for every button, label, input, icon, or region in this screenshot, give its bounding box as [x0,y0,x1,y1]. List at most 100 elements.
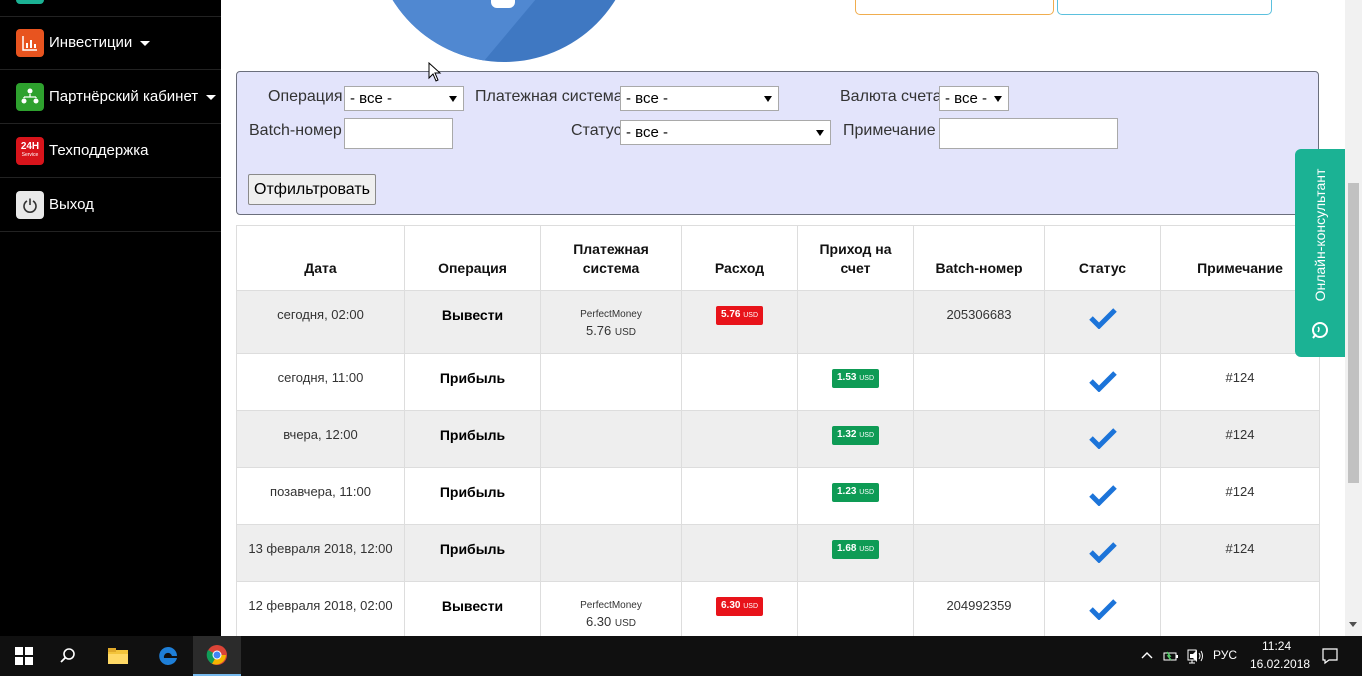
expense-badge: 6.30 USD [715,597,764,616]
filter-button[interactable]: Отфильтровать [248,174,376,205]
cell-income: 1.53 USD [797,353,914,411]
search-button[interactable] [44,636,92,676]
notifications-icon[interactable] [1321,647,1339,665]
file-explorer-button[interactable] [94,636,142,676]
cell-payment-system [540,410,682,468]
table-row: сегодня, 11:00 Прибыль 1.53 USD #124 [236,353,1320,411]
speaker-icon[interactable] [1188,648,1206,664]
cell-note: #124 [1160,353,1320,411]
sidebar-item-label: Инвестиции [49,34,151,51]
income-badge: 1.23 USD [831,483,880,502]
check-icon [1088,598,1117,623]
folder-icon [108,648,128,664]
column-header-payment-system[interactable]: Платежная система [540,225,682,291]
cell-date: сегодня, 11:00 [236,353,405,411]
cell-expense: 5.76 USD [681,290,798,354]
online-consultant-tab[interactable]: Онлайн-консультант [1295,149,1345,357]
table-header-row: Дата Операция Платежная система Расход П… [236,225,1320,291]
chevron-up-icon[interactable] [1141,650,1153,660]
sidebar-item-logout[interactable]: Выход [0,178,221,232]
language-indicator[interactable]: РУС [1213,648,1237,662]
start-button[interactable] [0,636,48,676]
batch-text [914,468,1044,484]
transactions-table: Дата Операция Платежная система Расход П… [236,225,1320,645]
currency-select-value: - все - [945,90,987,107]
currency-select[interactable]: - все - [939,86,1009,111]
date-text: сегодня, 11:00 [277,370,364,385]
note-text: #124 [1225,370,1255,385]
chevron-down-icon [206,94,217,100]
clock-time[interactable]: 11:24 [1262,639,1291,653]
operation-text: Вывести [441,598,504,614]
sidebar-item-investments[interactable]: Инвестиции [0,16,221,70]
dropdown-arrow-icon [449,96,457,102]
mouse-cursor-icon [428,62,442,82]
sidebar-item-support[interactable]: 24H Service Техподдержка [0,124,221,178]
operation-label: Операция [268,88,343,105]
sidebar-item-partners[interactable]: Партнёрский кабинет [0,70,221,124]
income-badge: 1.53 USD [831,369,880,388]
cell-date: сегодня, 02:00 [236,290,405,354]
currency-label: Валюта счета [840,88,942,105]
cell-note: #124 [1160,467,1320,525]
cell-operation: Прибыль [404,524,541,582]
payment-system-name: PerfectMoney [580,600,642,611]
table-row: позавчера, 11:00 Прибыль 1.23 USD #124 [236,467,1320,525]
cell-income: 1.32 USD [797,410,914,468]
cell-payment-system [540,467,682,525]
income-badge: 1.68 USD [831,540,880,559]
cell-operation: Вывести [404,290,541,354]
date-text: 12 февраля 2018, 02:00 [248,598,393,613]
batch-text [914,525,1044,541]
cell-batch [913,353,1045,411]
operation-select[interactable]: - все - [344,86,464,111]
status-select[interactable]: - все - [620,120,831,145]
scrollbar-thumb[interactable] [1348,183,1359,483]
cell-income: 1.68 USD [797,524,914,582]
check-icon [1088,427,1117,452]
sidebar-item-label: Техподдержка [49,142,149,159]
column-header-operation[interactable]: Операция [404,225,541,291]
top-button-right[interactable] [1057,0,1272,15]
cell-income: 1.23 USD [797,467,914,525]
cell-date: позавчера, 11:00 [236,467,405,525]
date-text: позавчера, 11:00 [270,484,371,499]
batch-text: 204992359 [946,598,1012,613]
cell-operation: Прибыль [404,467,541,525]
column-header-income[interactable]: Приход на счет [797,225,914,291]
check-icon [1088,541,1117,566]
note-text: #124 [1225,541,1255,556]
batch-text [914,411,1044,427]
note-input[interactable] [939,118,1118,149]
cell-status [1044,353,1161,411]
payment-system-select-value: - все - [626,90,668,107]
search-icon [60,648,75,663]
top-button-left[interactable] [855,0,1054,15]
cell-operation: Прибыль [404,410,541,468]
batch-input[interactable] [344,118,453,149]
column-header-expense[interactable]: Расход [681,225,798,291]
scroll-down-arrow-icon[interactable] [1349,622,1357,627]
menu-item-icon-partial [16,0,44,4]
column-header-date[interactable]: Дата [236,225,405,291]
cell-date: 13 февраля 2018, 12:00 [236,524,405,582]
payment-system-select[interactable]: - все - [620,86,779,111]
operation-text: Прибыль [439,370,506,386]
column-header-batch[interactable]: Batch-номер [913,225,1045,291]
clock-date[interactable]: 16.02.2018 [1250,657,1310,671]
column-header-status[interactable]: Статус [1044,225,1161,291]
dropdown-arrow-icon [994,96,1002,102]
table-row: вчера, 12:00 Прибыль 1.32 USD #124 [236,410,1320,468]
operation-select-value: - все - [350,90,392,107]
page-scrollbar[interactable] [1345,0,1362,636]
table-row: 13 февраля 2018, 12:00 Прибыль 1.68 USD #12… [236,524,1320,582]
edge-browser-button[interactable] [144,636,192,676]
table-row: сегодня, 02:00 Вывести PerfectMoney 5.76 US… [236,290,1320,354]
expense-badge: 5.76 USD [715,306,764,325]
cell-payment-system [540,524,682,582]
chrome-browser-button[interactable] [193,636,241,676]
date-text: сегодня, 02:00 [277,307,364,322]
status-label: Статус [571,122,622,139]
date-text: вчера, 12:00 [283,427,358,442]
battery-icon[interactable] [1163,649,1179,663]
